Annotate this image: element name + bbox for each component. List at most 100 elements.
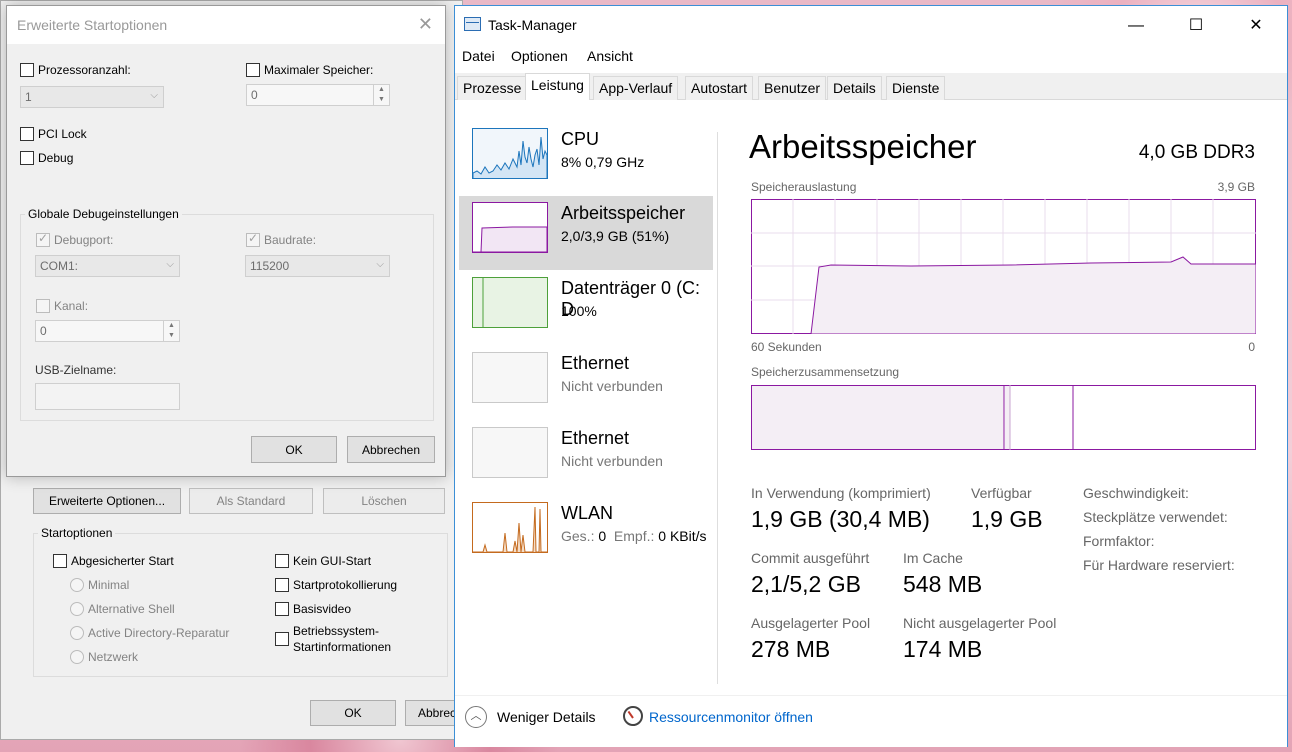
sidebar-item-cpu[interactable]: CPU 8% 0,79 GHz	[459, 122, 713, 196]
debug-checkbox[interactable]	[20, 151, 34, 165]
channel-value: 0	[40, 324, 47, 338]
chevron-down-icon: ⌵	[166, 259, 174, 270]
processor-count-value: 1	[25, 90, 32, 104]
processor-count-select[interactable]: 1 ⌵	[20, 86, 164, 108]
sidebar-memory-sub: 2,0/3,9 GB (51%)	[561, 228, 670, 244]
sidebar-divider	[717, 132, 718, 684]
tab-prozesse[interactable]: Prozesse	[457, 76, 528, 100]
menubar: Datei Optionen Ansicht	[455, 46, 1287, 68]
nonpaged-pool-value: 174 MB	[903, 636, 983, 662]
max-memory-checkbox[interactable]	[246, 63, 260, 77]
dialog-ok-button[interactable]: OK	[251, 436, 337, 463]
sidebar-memory-name: Arbeitsspeicher	[561, 203, 686, 223]
resource-monitor-link[interactable]: Ressourcenmonitor öffnen	[649, 709, 813, 725]
processor-count-checkbox[interactable]	[20, 63, 34, 77]
memory-thumbnail-graph	[472, 202, 548, 253]
dialog-cancel-button[interactable]: Abbrechen	[347, 436, 435, 463]
usage-graph-label: Speicherauslastung	[751, 180, 857, 194]
menu-ansicht[interactable]: Ansicht	[587, 48, 633, 64]
tab-autostart[interactable]: Autostart	[685, 76, 754, 100]
sidebar-item-ethernet-1[interactable]: Ethernet Nicht verbunden	[459, 346, 713, 420]
task-manager-app-icon	[464, 17, 481, 31]
pci-lock-label: PCI Lock	[38, 127, 87, 141]
set-default-button[interactable]: Als Standard	[189, 488, 313, 514]
os-boot-info-checkbox[interactable]	[275, 632, 289, 646]
msconfig-ok-button[interactable]: OK	[310, 700, 396, 726]
time-axis-end: 0	[1248, 340, 1255, 354]
processor-count-label: Prozessoranzahl:	[38, 63, 131, 77]
debugport-checkbox[interactable]	[36, 231, 50, 247]
sidebar-item-disk[interactable]: Datenträger 0 (C: D 100%	[459, 271, 713, 345]
os-boot-info-label-line1: Betriebssystem-	[293, 624, 380, 638]
sidebar-item-ethernet-2[interactable]: Ethernet Nicht verbunden	[459, 421, 713, 495]
max-memory-value: 0	[251, 88, 258, 102]
available-label: Verfügbar	[971, 485, 1032, 501]
sidebar-item-memory[interactable]: Arbeitsspeicher 2,0/3,9 GB (51%)	[459, 196, 713, 270]
no-gui-boot-checkbox[interactable]	[275, 554, 289, 568]
spinner-arrows-icon[interactable]: ▲ ▼	[163, 321, 179, 341]
delete-button[interactable]: Löschen	[323, 488, 445, 514]
tab-leistung[interactable]: Leistung	[525, 73, 590, 101]
composition-label: Speicherzusammensetzung	[751, 365, 900, 379]
performance-panel: CPU 8% 0,79 GHz Arbeitsspeicher 2,0/3,9 …	[455, 100, 1287, 695]
channel-label: Kanal:	[54, 299, 89, 313]
sidebar-cpu-sub: 8% 0,79 GHz	[561, 154, 645, 170]
alternate-shell-label: Alternative Shell	[88, 602, 175, 616]
menu-datei[interactable]: Datei	[462, 48, 495, 64]
sidebar-ethernet-2-name: Ethernet	[561, 428, 630, 448]
max-memory-label: Maximaler Speicher:	[264, 63, 374, 77]
dialog-title: Erweiterte Startoptionen	[17, 17, 168, 33]
base-video-checkbox[interactable]	[275, 602, 289, 616]
memory-title: Arbeitsspeicher	[749, 128, 977, 165]
chevron-down-icon: ⌵	[376, 259, 384, 270]
pci-lock-checkbox[interactable]	[20, 127, 34, 141]
tab-dienste[interactable]: Dienste	[886, 76, 946, 100]
ethernet-thumbnail-graph	[472, 427, 548, 478]
tab-app-verlauf[interactable]: App-Verlauf	[593, 76, 679, 100]
chevron-up-icon[interactable]: ︿	[465, 706, 487, 728]
minimize-icon[interactable]: —	[1113, 12, 1159, 40]
safe-boot-label: Abgesicherter Start	[71, 554, 174, 568]
network-radio[interactable]	[70, 650, 84, 664]
menu-optionen[interactable]: Optionen	[511, 48, 568, 64]
channel-spinner[interactable]: 0 ▲ ▼	[35, 320, 180, 342]
wlan-recv-prefix: Empf.:	[606, 528, 659, 544]
sidebar-item-wlan[interactable]: WLAN Ges.: 0 Empf.: 0 KBit/s	[459, 496, 713, 570]
committed-value: 2,1/5,2 GB	[751, 571, 861, 597]
advanced-options-button[interactable]: Erweiterte Optionen...	[33, 488, 181, 514]
close-icon[interactable]: ✕	[418, 14, 433, 35]
tm-titlebar: Task-Manager — ☐ ✕	[455, 6, 1287, 44]
memory-usage-graph	[751, 199, 1256, 334]
sidebar-ethernet-2-sub: Nicht verbunden	[561, 453, 663, 469]
max-memory-spinner[interactable]: 0 ▲ ▼	[246, 84, 390, 106]
tm-window-title: Task-Manager	[488, 17, 577, 33]
baudrate-checkbox[interactable]	[246, 231, 260, 247]
safe-boot-checkbox[interactable]	[53, 554, 67, 568]
ad-repair-radio[interactable]	[70, 626, 84, 640]
committed-label: Commit ausgeführt	[751, 550, 870, 566]
channel-checkbox[interactable]	[36, 299, 50, 313]
minimal-radio[interactable]	[70, 578, 84, 592]
baudrate-select[interactable]: 115200 ⌵	[245, 255, 390, 277]
disk-thumbnail-graph	[472, 277, 548, 328]
maximize-icon[interactable]: ☐	[1173, 12, 1219, 40]
fewer-details-link[interactable]: Weniger Details	[497, 709, 596, 725]
cpu-thumbnail-graph	[472, 128, 548, 179]
alternate-shell-radio[interactable]	[70, 602, 84, 616]
memory-type: 4,0 GB DDR3	[1138, 142, 1255, 163]
spinner-arrows-icon[interactable]: ▲ ▼	[373, 85, 389, 105]
close-icon[interactable]: ✕	[1233, 12, 1279, 40]
speed-label: Geschwindigkeit:	[1083, 485, 1189, 501]
network-label: Netzwerk	[88, 650, 139, 664]
tab-benutzer[interactable]: Benutzer	[758, 76, 827, 100]
tab-details[interactable]: Details	[827, 76, 882, 100]
boot-log-checkbox[interactable]	[275, 578, 289, 592]
os-boot-info-label-line2: Startinformationen	[293, 640, 392, 654]
debugport-select[interactable]: COM1: ⌵	[35, 255, 180, 277]
usb-target-input[interactable]	[35, 383, 180, 410]
baudrate-value: 115200	[250, 259, 290, 273]
wlan-send-prefix: Ges.:	[561, 528, 599, 544]
advanced-boot-options-dialog: Erweiterte Startoptionen ✕ Prozessoranza…	[6, 5, 446, 477]
tab-bar: Prozesse Leistung App-Verlauf Autostart …	[455, 73, 1287, 101]
debugport-value: COM1:	[40, 259, 79, 273]
